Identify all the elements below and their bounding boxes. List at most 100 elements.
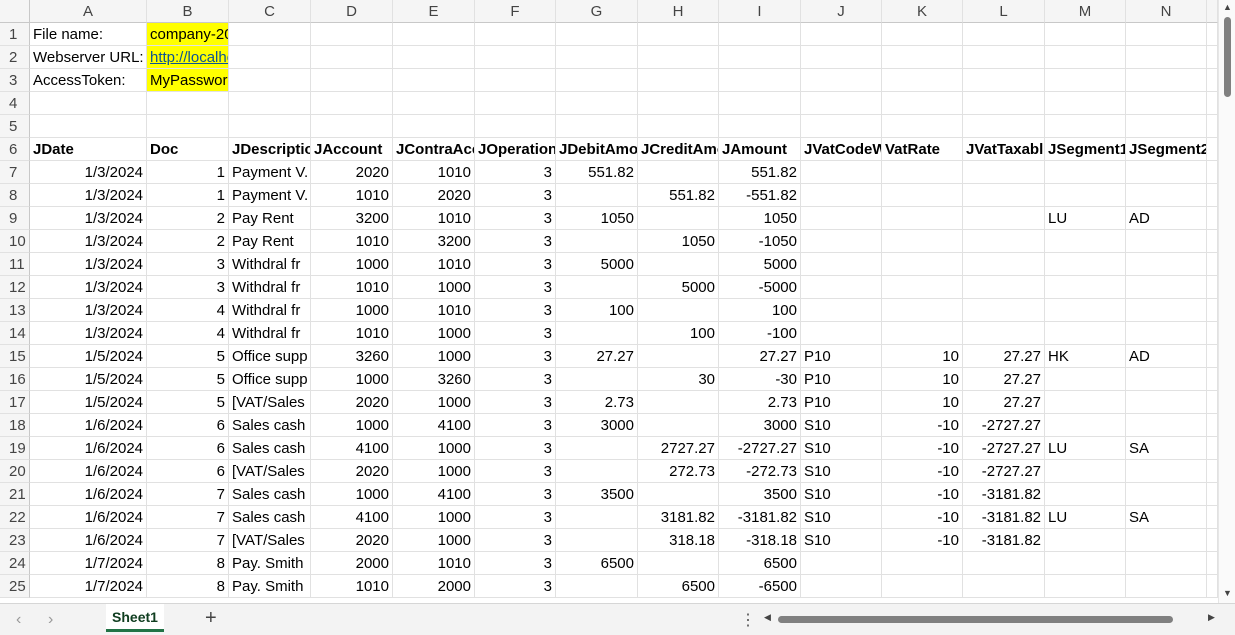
cell-l9[interactable] — [963, 207, 1045, 230]
cell-m16[interactable] — [1045, 368, 1126, 391]
column-header-j[interactable]: J — [801, 0, 882, 23]
cell-b4[interactable] — [147, 92, 229, 115]
sheet-tab[interactable]: Sheet1 — [106, 604, 164, 632]
cell-i20[interactable]: -272.73 — [719, 460, 801, 483]
row-header[interactable]: 23 — [0, 529, 30, 552]
column-header-h[interactable]: H — [638, 0, 719, 23]
cell-k16[interactable]: 10 — [882, 368, 963, 391]
cell-l23[interactable]: -3181.82 — [963, 529, 1045, 552]
cell-c2[interactable] — [229, 46, 311, 69]
cell-d7[interactable]: 2020 — [311, 161, 393, 184]
cell-k20[interactable]: -10 — [882, 460, 963, 483]
cell-d10[interactable]: 1010 — [311, 230, 393, 253]
cell-b19[interactable]: 6 — [147, 437, 229, 460]
cell-h8[interactable]: 551.82 — [638, 184, 719, 207]
cell-j2[interactable] — [801, 46, 882, 69]
cell-n25[interactable] — [1126, 575, 1207, 598]
spreadsheet-grid[interactable]: ABCDEFGHIJKLMN1File name:company-2024.ac… — [0, 0, 1218, 603]
cell-k14[interactable] — [882, 322, 963, 345]
cell-n10[interactable] — [1126, 230, 1207, 253]
cell-i7[interactable]: 551.82 — [719, 161, 801, 184]
cell-h24[interactable] — [638, 552, 719, 575]
cell-n19[interactable]: SA — [1126, 437, 1207, 460]
cell-b2[interactable]: http://localhost:8081 — [147, 46, 229, 69]
cell-l3[interactable] — [963, 69, 1045, 92]
cell-d17[interactable]: 2020 — [311, 391, 393, 414]
cell-k1[interactable] — [882, 23, 963, 46]
row-header[interactable]: 9 — [0, 207, 30, 230]
cell-j22[interactable]: S10 — [801, 506, 882, 529]
cell-k23[interactable]: -10 — [882, 529, 963, 552]
cell-i1[interactable] — [719, 23, 801, 46]
cell-h16[interactable]: 30 — [638, 368, 719, 391]
cell-f20[interactable]: 3 — [475, 460, 556, 483]
cell-m5[interactable] — [1045, 115, 1126, 138]
cell-k21[interactable]: -10 — [882, 483, 963, 506]
cell-f21[interactable]: 3 — [475, 483, 556, 506]
scroll-left-icon[interactable]: ◀ — [764, 612, 771, 623]
cell-f1[interactable] — [475, 23, 556, 46]
row-header[interactable]: 15 — [0, 345, 30, 368]
cell-k5[interactable] — [882, 115, 963, 138]
cell-e5[interactable] — [393, 115, 475, 138]
cell-a1[interactable]: File name: — [30, 23, 147, 46]
cell-d8[interactable]: 1010 — [311, 184, 393, 207]
cell-g3[interactable] — [556, 69, 638, 92]
row-header[interactable]: 13 — [0, 299, 30, 322]
vertical-scroll-thumb[interactable] — [1224, 17, 1231, 97]
cell-l17[interactable]: 27.27 — [963, 391, 1045, 414]
cell-d2[interactable] — [311, 46, 393, 69]
cell-n3[interactable] — [1126, 69, 1207, 92]
row-header[interactable]: 16 — [0, 368, 30, 391]
cell-a21[interactable]: 1/6/2024 — [30, 483, 147, 506]
cell-f13[interactable]: 3 — [475, 299, 556, 322]
cell-m24[interactable] — [1045, 552, 1126, 575]
cell-j12[interactable] — [801, 276, 882, 299]
cell-j25[interactable] — [801, 575, 882, 598]
cell-l11[interactable] — [963, 253, 1045, 276]
cell-i17[interactable]: 2.73 — [719, 391, 801, 414]
cell-c3[interactable] — [229, 69, 311, 92]
cell-n16[interactable] — [1126, 368, 1207, 391]
row-header[interactable]: 12 — [0, 276, 30, 299]
cell-e22[interactable]: 1000 — [393, 506, 475, 529]
cell-e18[interactable]: 4100 — [393, 414, 475, 437]
cell-j24[interactable] — [801, 552, 882, 575]
vertical-scrollbar[interactable]: ▲ ▼ — [1218, 0, 1235, 603]
cell-c16[interactable]: Office supp — [229, 368, 311, 391]
row-header[interactable]: 6 — [0, 138, 30, 161]
cell-a23[interactable]: 1/6/2024 — [30, 529, 147, 552]
cell-h21[interactable] — [638, 483, 719, 506]
column-header-e[interactable]: E — [393, 0, 475, 23]
cell-g21[interactable]: 3500 — [556, 483, 638, 506]
cell-f4[interactable] — [475, 92, 556, 115]
cell-c5[interactable] — [229, 115, 311, 138]
cell-m18[interactable] — [1045, 414, 1126, 437]
horizontal-scrollbar[interactable]: ◀ ▶ — [760, 612, 1220, 627]
cell-k15[interactable]: 10 — [882, 345, 963, 368]
row-header[interactable]: 17 — [0, 391, 30, 414]
cell-l22[interactable]: -3181.82 — [963, 506, 1045, 529]
cell-d9[interactable]: 3200 — [311, 207, 393, 230]
cell-a22[interactable]: 1/6/2024 — [30, 506, 147, 529]
cell-j4[interactable] — [801, 92, 882, 115]
cell-k6[interactable]: VatRate — [882, 138, 963, 161]
cell-h22[interactable]: 3181.82 — [638, 506, 719, 529]
row-header[interactable]: 1 — [0, 23, 30, 46]
cell-e25[interactable]: 2000 — [393, 575, 475, 598]
cell-i22[interactable]: -3181.82 — [719, 506, 801, 529]
cell-e11[interactable]: 1010 — [393, 253, 475, 276]
cell-i24[interactable]: 6500 — [719, 552, 801, 575]
cell-l15[interactable]: 27.27 — [963, 345, 1045, 368]
cell-a15[interactable]: 1/5/2024 — [30, 345, 147, 368]
cell-m10[interactable] — [1045, 230, 1126, 253]
cell-b15[interactable]: 5 — [147, 345, 229, 368]
cell-e8[interactable]: 2020 — [393, 184, 475, 207]
cell-e6[interactable]: JContraAcc — [393, 138, 475, 161]
cell-h19[interactable]: 2727.27 — [638, 437, 719, 460]
cell-a25[interactable]: 1/7/2024 — [30, 575, 147, 598]
cell-j5[interactable] — [801, 115, 882, 138]
cell-m2[interactable] — [1045, 46, 1126, 69]
cell-l12[interactable] — [963, 276, 1045, 299]
cell-k7[interactable] — [882, 161, 963, 184]
